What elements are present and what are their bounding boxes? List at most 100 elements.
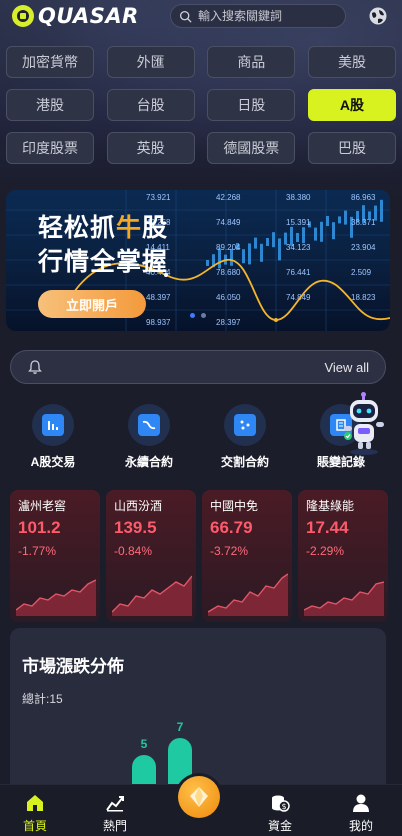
diamond-icon [190,787,208,807]
nav-profile[interactable]: 我的 [336,793,386,834]
stock-name: 山西汾酒 [114,499,163,513]
distribution-bar-label: 5 [140,737,148,752]
category-jp-stocks[interactable]: 日股 [207,89,296,121]
distribution-bar-label: 7 [176,720,184,734]
stock-name: 瀘州老窖 [18,499,67,513]
banner-ticker-number: 89.204 [216,243,241,252]
banner-headline-2: 行情全掌握 [38,248,169,276]
nav-hot[interactable]: 熱門 [90,793,140,834]
hot-icon [106,796,124,812]
stock-card[interactable]: 隆基綠能 17.44 -2.29% [298,490,388,622]
banner-headline-1-tail: 股 [142,214,169,242]
svg-text:$: $ [281,802,286,811]
stock-sparkline [304,581,384,616]
search-icon [179,10,192,22]
nav-funds[interactable]: $ 資金 [255,793,305,834]
open-account-button[interactable]: 立即開戶 [38,290,146,318]
stock-price: 101.2 [18,518,61,537]
app-logo[interactable]: QUASAR [12,4,139,28]
notice-bar[interactable]: View all [10,350,386,384]
language-globe-icon[interactable] [368,6,388,26]
stock-card[interactable]: 山西汾酒 139.5 -0.84% [106,490,196,622]
banner-pagination [190,313,206,318]
bell-icon [28,360,42,374]
center-action-button[interactable] [178,776,220,818]
banner-candle [302,227,305,244]
banner-ticker-number: 28.397 [216,318,241,327]
promo-banner[interactable]: 73.921 42.268 38.380 86.963 42.268 74.849 15.3… [6,190,390,331]
category-german-stocks[interactable]: 德國股票 [207,132,296,164]
banner-ticker-number: 78.680 [216,268,241,277]
nav-label: 我的 [348,819,373,833]
category-india-stocks[interactable]: 印度股票 [6,132,94,164]
banner-ticker-number: 46.050 [216,293,241,302]
stock-name: 中國中免 [210,499,259,513]
market-category-grid: 加密貨幣 外匯 商品 美股 港股 台股 日股 A股 印度股票 英股 德國股票 巴… [6,46,396,164]
banner-ticker-number: 38.380 [286,193,311,202]
category-br-stocks[interactable]: 巴股 [307,132,396,164]
stock-card[interactable]: 瀘州老窖 101.2 -1.77% [10,490,100,622]
dice-icon [224,404,266,446]
banner-candle [254,237,257,249]
nav-home[interactable]: 首頁 [10,793,60,834]
stock-price: 139.5 [114,518,157,537]
banner-dot-active[interactable] [190,313,195,318]
quick-action-label: 永續合約 [124,455,173,469]
banner-ticker-number: 42.268 [216,193,241,202]
nav-label: 資金 [267,819,292,833]
quick-action-delivery[interactable]: 交割合約 [200,404,290,470]
banner-ticker-number: 15.391 [286,218,311,227]
funds-icon: $ [272,795,290,812]
banner-ticker-number: 48.397 [146,293,171,302]
logo-text: QUASAR [38,4,139,28]
category-uk-stocks[interactable]: 英股 [106,132,195,164]
banner-candle [242,249,245,264]
stock-price: 66.79 [210,518,253,537]
search-input[interactable] [198,9,338,23]
search-box[interactable] [170,4,346,28]
category-tw-stocks[interactable]: 台股 [106,89,195,121]
trend-icon [128,404,170,446]
category-us-stocks[interactable]: 美股 [307,46,396,78]
banner-candle [260,243,263,262]
banner-ticker-number: 34.123 [286,243,311,252]
nav-label: 首頁 [22,819,47,833]
banner-headline-1: 轻松抓牛股 [38,208,168,244]
banner-candle [206,260,209,266]
stock-change: -0.84% [114,544,153,558]
robot-assistant-icon[interactable] [336,392,392,456]
stock-change: -3.72% [210,544,249,558]
stock-change: -2.29% [306,544,345,558]
logo-mark-icon [12,5,34,27]
quick-action-perpetual[interactable]: 永續合約 [104,404,194,470]
banner-candle [332,222,335,240]
stock-sparkline [16,579,96,616]
banner-ticker-number: 73.921 [146,193,171,202]
category-a-shares[interactable]: A股 [307,89,396,121]
banner-dot[interactable] [201,313,206,318]
banner-candle [320,221,323,242]
banner-candle [338,216,341,224]
banner-ticker-number: 38.371 [351,218,376,227]
category-crypto[interactable]: 加密貨幣 [6,46,94,78]
stock-sparkline [208,573,288,616]
header: QUASAR [0,0,402,32]
banner-ticker-number: 2.509 [351,268,372,277]
nav-label: 熱門 [102,819,127,833]
quick-action-label: 交割合約 [220,455,269,469]
view-all-link[interactable]: View all [324,360,369,375]
banner-candle [278,238,281,261]
quick-action-a-share-trade[interactable]: A股交易 [8,404,98,470]
market-distribution-panel: 市場漲跌分佈 總計:15 5 7 [10,628,386,798]
market-total-count: 總計:15 [22,692,63,706]
banner-candle [326,216,329,226]
market-distribution-title: 市場漲跌分佈 [22,657,124,676]
category-forex[interactable]: 外匯 [106,46,195,78]
banner-ticker-number: 86.963 [351,193,376,202]
banner-candle [272,232,275,248]
category-hk-stocks[interactable]: 港股 [6,89,94,121]
profile-icon [353,794,369,812]
banner-candle [380,199,383,222]
category-commodities[interactable]: 商品 [207,46,296,78]
stock-card[interactable]: 中國中免 66.79 -3.72% [202,490,292,622]
